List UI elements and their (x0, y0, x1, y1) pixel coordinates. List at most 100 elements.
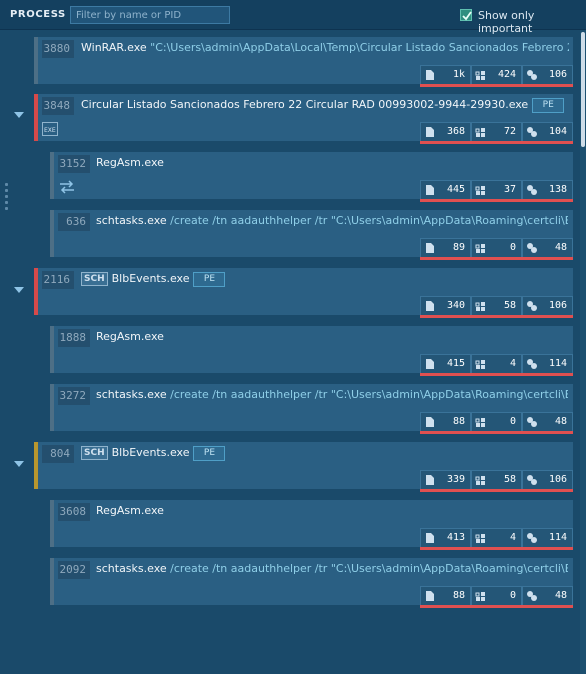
chevron-down-icon[interactable] (14, 112, 24, 118)
exe-name: WinRAR.exe (81, 41, 147, 54)
files-stat[interactable]: 368 (420, 122, 471, 144)
process-row-schtasks-3272[interactable]: 3272 schtasks.exe /create /tn aadauthhel… (50, 384, 573, 434)
show-only-important-label[interactable]: Show only important (478, 9, 586, 35)
modules-stat[interactable]: 106 (522, 65, 573, 87)
process-name: SCH BlbEvents.exe PE (81, 446, 569, 461)
severity-bar (50, 500, 54, 547)
registry-icon (475, 592, 485, 601)
checkmark-icon (462, 11, 472, 21)
filter-input[interactable] (70, 6, 230, 24)
files-count: 339 (446, 474, 465, 485)
registry-stat[interactable]: 424 (471, 65, 522, 87)
files-stat[interactable]: 1k (420, 65, 471, 87)
process-row-circular-listado[interactable]: 3848 Circular Listado Sancionados Febrer… (34, 94, 573, 144)
file-icon (426, 185, 434, 195)
pe-badge: PE (532, 98, 565, 113)
modules-stat[interactable]: 104 (522, 122, 573, 144)
process-name: schtasks.exe /create /tn aadauthhelper /… (96, 388, 568, 401)
process-name: RegAsm.exe (96, 504, 566, 517)
file-icon (426, 301, 434, 311)
registry-count: 58 (503, 300, 516, 311)
pe-badge: PE (193, 272, 226, 287)
files-stat[interactable]: 413 (420, 528, 471, 550)
registry-stat[interactable]: 58 (471, 296, 522, 318)
process-name: SCH BlbEvents.exe PE (81, 272, 569, 287)
exe-name: schtasks.exe (96, 214, 167, 227)
files-count: 445 (446, 184, 465, 195)
file-icon (426, 359, 434, 369)
files-count: 88 (452, 416, 465, 427)
file-icon (426, 417, 434, 427)
header: PROCESS Show only important (0, 0, 586, 35)
process-row-blbevents-804[interactable]: 804 SCH BlbEvents.exe PE 339 58 106 (34, 442, 573, 492)
exe-name: RegAsm.exe (96, 504, 164, 517)
process-args: /create /tn aadauthhelper /tr "C:\Users\… (170, 562, 568, 575)
pid: 3608 (58, 503, 90, 521)
modules-gear-icon (527, 591, 537, 601)
process-row-regasm-1888[interactable]: 1888 RegAsm.exe 415 4 114 (50, 326, 573, 376)
process-args: /create /tn aadauthhelper /tr "C:\Users\… (170, 388, 568, 401)
process-stats: 1k 424 106 (420, 65, 573, 87)
files-stat[interactable]: 88 (420, 412, 471, 434)
scrollbar-thumb[interactable] (581, 32, 585, 147)
modules-stat[interactable]: 48 (522, 586, 573, 608)
modules-stat[interactable]: 114 (522, 354, 573, 376)
chevron-down-icon[interactable] (14, 287, 24, 293)
registry-stat[interactable]: 58 (471, 470, 522, 492)
files-stat[interactable]: 415 (420, 354, 471, 376)
process-row-regasm-3152[interactable]: 3152 RegAsm.exe 445 37 138 (50, 152, 573, 202)
modules-count: 106 (548, 474, 567, 485)
resize-handle[interactable] (5, 183, 8, 213)
exe-name: BlbEvents.exe (111, 446, 190, 459)
files-stat[interactable]: 339 (420, 470, 471, 492)
registry-stat[interactable]: 0 (471, 586, 522, 608)
registry-stat[interactable]: 4 (471, 354, 522, 376)
process-row-schtasks-2092[interactable]: 2092 schtasks.exe /create /tn aadauthhel… (50, 558, 573, 608)
files-count: 368 (446, 126, 465, 137)
registry-stat[interactable]: 37 (471, 180, 522, 202)
modules-stat[interactable]: 106 (522, 296, 573, 318)
registry-icon (475, 302, 485, 311)
exe-name: RegAsm.exe (96, 156, 164, 169)
registry-count: 4 (509, 358, 516, 369)
registry-stat[interactable]: 0 (471, 238, 522, 260)
chevron-down-icon[interactable] (14, 461, 24, 467)
process-row-blbevents-2116[interactable]: 2116 SCH BlbEvents.exe PE 340 58 106 (34, 268, 573, 318)
modules-stat[interactable]: 48 (522, 412, 573, 434)
process-stats: 89 0 48 (420, 238, 573, 260)
severity-bar (50, 152, 54, 199)
registry-icon (475, 476, 485, 485)
registry-count: 72 (503, 126, 516, 137)
process-row-regasm-3608[interactable]: 3608 RegAsm.exe 413 4 114 (50, 500, 573, 550)
modules-stat[interactable]: 106 (522, 470, 573, 492)
severity-bar (34, 37, 38, 84)
files-count: 340 (446, 300, 465, 311)
registry-count: 424 (497, 69, 516, 80)
files-stat[interactable]: 88 (420, 586, 471, 608)
exe-name: schtasks.exe (96, 388, 167, 401)
modules-count: 48 (554, 242, 567, 253)
registry-stat[interactable]: 72 (471, 122, 522, 144)
modules-stat[interactable]: 138 (522, 180, 573, 202)
registry-stat[interactable]: 4 (471, 528, 522, 550)
files-stat[interactable]: 445 (420, 180, 471, 202)
modules-stat[interactable]: 48 (522, 238, 573, 260)
exe-icon: EXE (42, 122, 58, 136)
severity-bar (50, 384, 54, 431)
show-only-important-checkbox[interactable] (460, 9, 472, 21)
pid: 1888 (58, 329, 90, 347)
registry-count: 0 (509, 242, 516, 253)
files-stat[interactable]: 89 (420, 238, 471, 260)
process-stats: 445 37 138 (420, 180, 573, 202)
registry-stat[interactable]: 0 (471, 412, 522, 434)
registry-count: 4 (509, 532, 516, 543)
modules-gear-icon (527, 70, 537, 80)
pe-badge: PE (193, 446, 226, 461)
scheduled-task-badge: SCH (81, 272, 108, 286)
process-row-schtasks-636[interactable]: 636 schtasks.exe /create /tn aadauthhelp… (50, 210, 573, 260)
modules-count: 48 (554, 590, 567, 601)
modules-stat[interactable]: 114 (522, 528, 573, 550)
files-stat[interactable]: 340 (420, 296, 471, 318)
process-row-winrar[interactable]: 3880 WinRAR.exe "C:\Users\admin\AppData\… (34, 37, 573, 87)
scrollbar[interactable] (580, 30, 586, 674)
